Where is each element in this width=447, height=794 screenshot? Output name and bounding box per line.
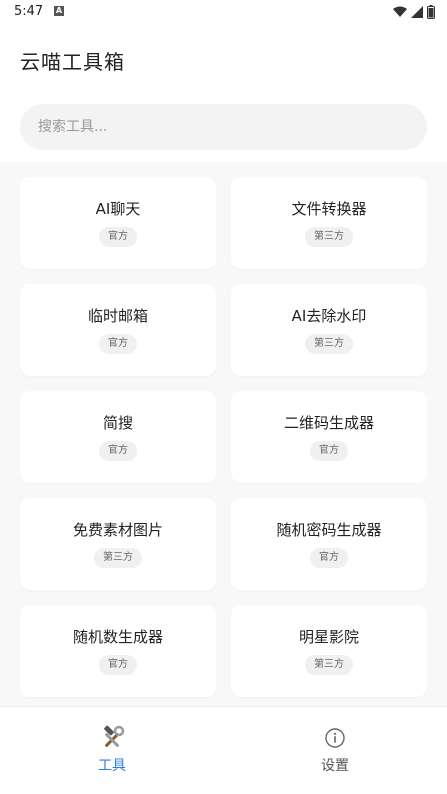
info-icon [322, 725, 348, 751]
nav-tab-settings[interactable]: 设置 [295, 725, 375, 775]
search-input[interactable] [20, 104, 427, 150]
tool-name: AI聊天 [95, 200, 141, 218]
tool-list-area[interactable]: AI聊天 官方 文件转换器 第三方 临时邮箱 官方 AI去除水印 第三方 简搜 … [0, 162, 447, 706]
tool-grid: AI聊天 官方 文件转换器 第三方 临时邮箱 官方 AI去除水印 第三方 简搜 … [20, 177, 428, 697]
battery-icon [427, 5, 435, 19]
tool-name: 文件转换器 [291, 200, 367, 218]
nav-tab-tools[interactable]: 工具 [72, 725, 152, 775]
tool-card-free-images[interactable]: 免费素材图片 第三方 [20, 498, 216, 590]
tool-source-badge: 第三方 [305, 655, 353, 675]
tool-source-badge: 官方 [310, 548, 348, 568]
tool-source-badge: 官方 [99, 655, 137, 675]
tool-card-simple-search[interactable]: 简搜 官方 [20, 391, 216, 483]
tool-name: 二维码生成器 [283, 414, 374, 432]
signal-icon [411, 6, 423, 18]
status-icons [393, 5, 435, 19]
tool-card-star-cinema[interactable]: 明星影院 第三方 [231, 605, 427, 697]
tool-card-random-number-generator[interactable]: 随机数生成器 官方 [20, 605, 216, 697]
tool-source-badge: 官方 [99, 334, 137, 354]
tool-name: 明星影院 [298, 628, 359, 646]
tool-name: 简搜 [102, 414, 133, 432]
tool-source-badge: 第三方 [94, 548, 142, 568]
tool-card-file-converter[interactable]: 文件转换器 第三方 [231, 177, 427, 269]
tool-name: 随机密码生成器 [276, 521, 382, 539]
tool-card-ai-chat[interactable]: AI聊天 官方 [20, 177, 216, 269]
app-header: 云喵工具箱 [0, 26, 447, 96]
status-bar: 5:47 A [0, 0, 447, 26]
tool-card-password-generator[interactable]: 随机密码生成器 官方 [231, 498, 427, 590]
hammer-wrench-icon [99, 725, 125, 751]
tool-name: AI去除水印 [291, 307, 367, 325]
nav-label-settings: 设置 [321, 758, 349, 774]
tool-source-badge: 第三方 [305, 334, 353, 354]
tool-source-badge: 第三方 [305, 227, 353, 247]
page-title: 云喵工具箱 [20, 50, 125, 74]
tool-source-badge: 官方 [99, 441, 137, 461]
tool-name: 随机数生成器 [72, 628, 163, 646]
tool-card-ai-watermark-remover[interactable]: AI去除水印 第三方 [231, 284, 427, 376]
nav-label-tools: 工具 [98, 758, 126, 774]
tool-source-badge: 官方 [310, 441, 348, 461]
search-box[interactable] [20, 104, 427, 150]
bottom-nav: 工具 设置 [0, 706, 447, 794]
a-notification-icon: A [54, 6, 64, 16]
tool-source-badge: 官方 [99, 227, 137, 247]
tool-name: 临时邮箱 [87, 307, 148, 325]
tool-card-temp-mail[interactable]: 临时邮箱 官方 [20, 284, 216, 376]
tool-name: 免费素材图片 [72, 521, 163, 539]
tool-card-qr-generator[interactable]: 二维码生成器 官方 [231, 391, 427, 483]
wifi-icon [393, 6, 407, 17]
status-time: 5:47 [14, 4, 44, 19]
